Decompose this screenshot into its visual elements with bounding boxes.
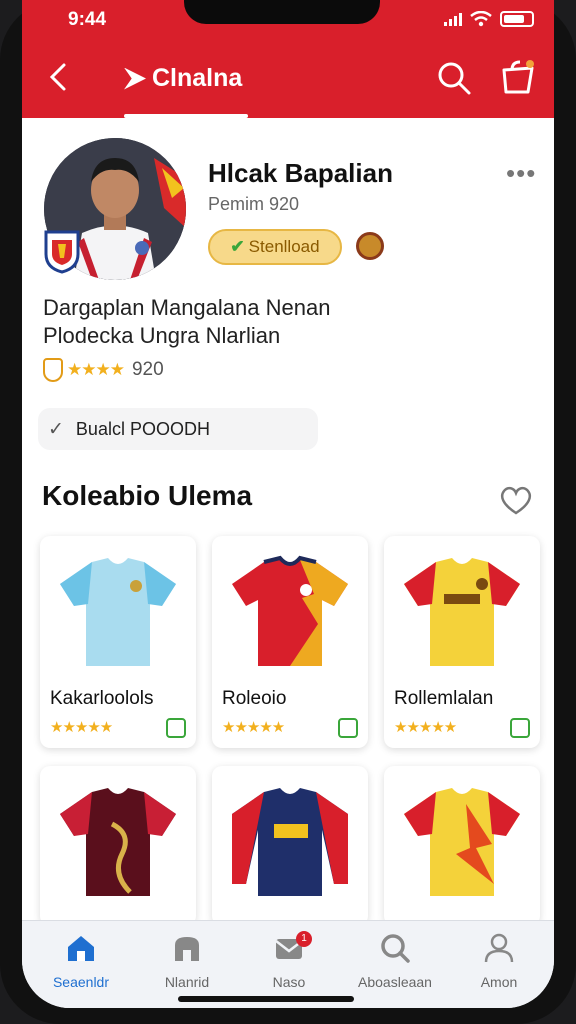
checkmark-icon: ✓	[48, 418, 64, 440]
notification-badge: 1	[296, 931, 312, 947]
nav-item-home[interactable]: Seaenldr	[36, 933, 126, 990]
favorite-button[interactable]	[498, 484, 534, 516]
check-icon: ✔	[230, 237, 245, 256]
jersey-image	[404, 788, 520, 896]
phone-frame: 9:44 Clnalna Hlcak Bapalian Pemim 920 ••…	[0, 0, 576, 1024]
nav-label: Amon	[480, 974, 518, 990]
nav-item-search[interactable]: Aboasleaan	[350, 933, 440, 990]
jersey-image	[232, 788, 348, 896]
bio-line: Plodecka Ungra Nlarlian	[43, 323, 281, 348]
wifi-icon	[470, 11, 492, 27]
nav-label: Nlanrid	[164, 974, 210, 990]
jersey-image	[60, 788, 176, 896]
status-icons	[444, 11, 534, 27]
product-card[interactable]: Roleoio ★★★★★	[212, 536, 368, 748]
camera-notch	[184, 0, 380, 24]
follow-chip[interactable]: ✓ Bualcl POOODH	[38, 408, 318, 450]
shield-icon	[43, 358, 63, 382]
rating-stars: ★★★★	[67, 360, 125, 379]
heart-icon	[500, 486, 532, 515]
nav-label: Aboasleaan	[358, 974, 432, 990]
bottom-navigation: Seaenldr Nlanrid 1 Naso Aboasleaan Amon	[22, 920, 554, 1008]
jersey-image	[60, 558, 176, 666]
status-time: 9:44	[68, 9, 107, 30]
jersey-image	[404, 558, 520, 666]
search-icon	[438, 62, 471, 95]
follow-label: Bualcl POOODH	[75, 418, 210, 439]
product-stars: ★★★★★	[222, 719, 285, 736]
home-icon	[68, 936, 94, 961]
player-bio: Dargaplan Mangalana Nenan Plodecka Ungra…	[43, 294, 330, 350]
search-button[interactable]	[436, 60, 472, 96]
player-name: Hlcak Bapalian	[208, 158, 393, 188]
brand-logo-icon	[124, 67, 146, 90]
nav-item-store[interactable]: Nlanrid	[142, 933, 232, 990]
rating-row: ★★★★ 920	[43, 358, 164, 382]
product-stars: ★★★★★	[394, 719, 457, 736]
app-header: Clnalna	[22, 40, 554, 118]
collection-title: Koleabio Ulema	[42, 480, 253, 511]
nav-item-profile[interactable]: Amon	[454, 933, 544, 990]
player-subtitle: Pemim 920	[208, 194, 300, 214]
product-card[interactable]	[40, 766, 196, 926]
battery-icon	[500, 11, 534, 27]
more-options-button[interactable]: •••	[506, 158, 536, 189]
back-button[interactable]	[40, 58, 76, 98]
team-crest-icon	[44, 230, 80, 274]
header-tab-indicator	[124, 114, 248, 118]
product-title: Kakarloolols	[50, 688, 154, 709]
product-card[interactable]	[384, 766, 540, 926]
store-icon	[175, 937, 199, 961]
thumbs-up-icon	[338, 718, 358, 738]
verified-label: Stenlload	[248, 237, 320, 256]
product-card[interactable]: Rollemlalan ★★★★★	[384, 536, 540, 748]
user-icon	[484, 933, 514, 963]
nav-item-messages[interactable]: 1 Naso	[244, 931, 334, 990]
rating-value: 920	[131, 359, 164, 380]
cart-icon	[502, 60, 534, 94]
status-bar: 9:44	[22, 0, 554, 40]
chevron-left-icon	[49, 63, 66, 91]
chart-badge-icon	[166, 718, 186, 738]
signal-icon	[444, 12, 462, 26]
verified-badge[interactable]: ✔ Stenlload	[208, 229, 342, 265]
home-indicator[interactable]	[178, 996, 354, 1002]
cart-button[interactable]	[498, 58, 538, 98]
nav-label: Naso	[272, 974, 306, 990]
app-screen: 9:44 Clnalna Hlcak Bapalian Pemim 920 ••…	[22, 0, 554, 1008]
product-stars: ★★★★★	[50, 719, 113, 736]
nav-label: Seaenldr	[52, 974, 110, 990]
product-card[interactable]: Kakarloolols ★★★★★	[40, 536, 196, 748]
search-icon	[381, 934, 410, 963]
medal-icon	[356, 232, 384, 260]
jersey-image	[232, 555, 348, 666]
product-title: Roleoio	[222, 688, 287, 709]
bio-line: Dargaplan Mangalana Nenan	[43, 295, 331, 320]
brand-name: Clnalna	[152, 64, 243, 92]
product-title: Rollemlalan	[394, 688, 494, 709]
brand[interactable]: Clnalna	[124, 64, 242, 93]
product-card[interactable]	[212, 766, 368, 926]
thumbs-up-icon	[510, 718, 530, 738]
